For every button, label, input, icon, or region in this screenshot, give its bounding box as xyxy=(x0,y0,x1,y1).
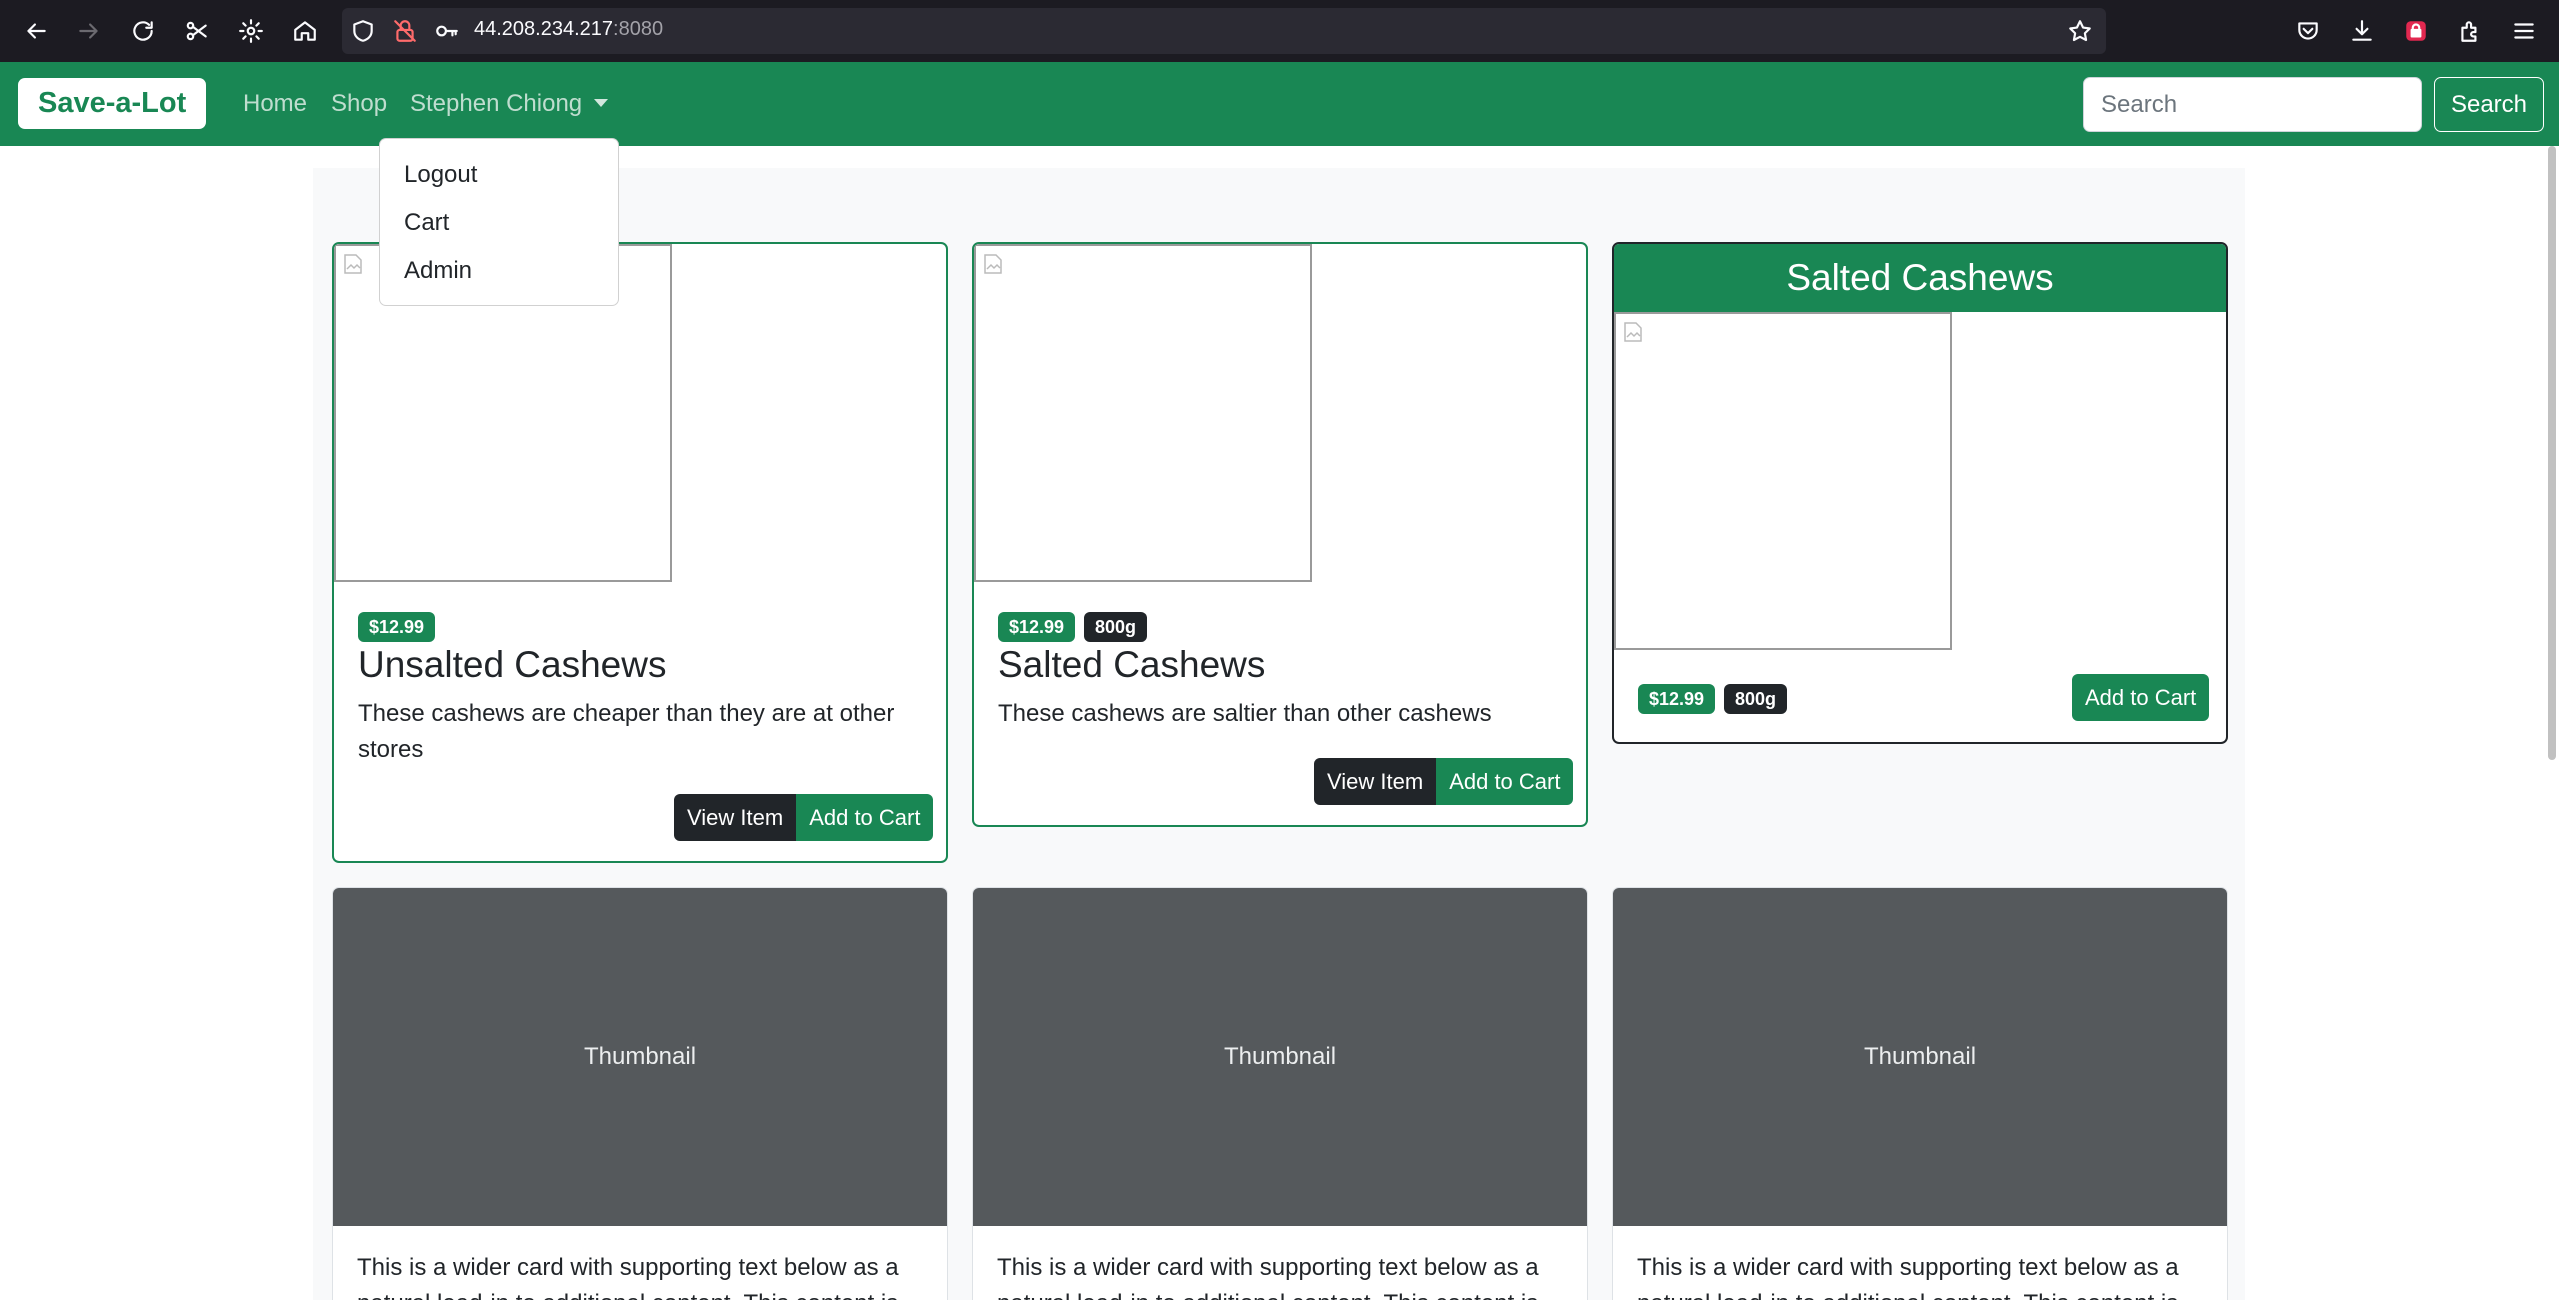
product-card-featured: Salted Cashews $12.99 800g Add to Cart xyxy=(1612,242,2228,744)
view-item-button[interactable]: View Item xyxy=(1314,758,1437,805)
add-to-cart-button[interactable]: Add to Cart xyxy=(1436,758,1574,805)
thumbnail-placeholder: Thumbnail xyxy=(333,888,947,1226)
url-text[interactable]: 44.208.234.217:8080 xyxy=(474,18,663,41)
product-description: These cashews are saltier than other cas… xyxy=(998,700,1492,727)
pocket-icon[interactable] xyxy=(2292,15,2324,47)
search-input[interactable] xyxy=(2083,77,2422,132)
url-port: :8080 xyxy=(613,18,664,40)
brand-logo[interactable]: Save-a-Lot xyxy=(18,78,207,129)
price-badge: $12.99 xyxy=(358,612,436,642)
nav-home[interactable]: Home xyxy=(243,90,307,118)
nav-user-menu[interactable]: Stephen Chiong xyxy=(410,90,609,118)
nav-shop[interactable]: Shop xyxy=(331,90,387,118)
back-icon[interactable] xyxy=(20,15,52,47)
download-icon[interactable] xyxy=(2346,15,2378,47)
broken-image-icon xyxy=(984,254,1002,274)
card-header-title: Salted Cashews xyxy=(1614,244,2226,312)
price-badge: $12.99 xyxy=(998,612,1076,642)
product-title: Unsalted Cashews xyxy=(358,644,667,685)
site-navbar: Save-a-Lot Home Shop Stephen Chiong Sear… xyxy=(0,62,2559,146)
caret-down-icon xyxy=(594,99,609,107)
broken-image-icon xyxy=(1624,322,1642,342)
shield-icon[interactable] xyxy=(347,15,379,47)
product-title: Salted Cashews xyxy=(998,644,1266,685)
thumbnail-card: Thumbnail This is a wider card with supp… xyxy=(972,887,1588,1300)
menu-icon[interactable] xyxy=(2508,15,2540,47)
thumbnail-label: Thumbnail xyxy=(583,1043,697,1070)
dropdown-item-cart[interactable]: Cart xyxy=(404,209,449,237)
key-icon[interactable] xyxy=(431,15,463,47)
forward-icon[interactable] xyxy=(73,15,105,47)
product-image xyxy=(1614,312,1952,650)
price-badge: $12.99 xyxy=(1638,684,1716,714)
thumbnail-placeholder: Thumbnail xyxy=(973,888,1587,1226)
thumbnail-label: Thumbnail xyxy=(1223,1043,1337,1070)
url-host: 44.208.234.217 xyxy=(474,18,614,40)
home-icon[interactable] xyxy=(289,15,321,47)
view-item-button[interactable]: View Item xyxy=(674,794,797,841)
bookmark-star-icon[interactable] xyxy=(2064,15,2096,47)
thumbnail-card: Thumbnail This is a wider card with supp… xyxy=(1612,887,2228,1300)
extensions-icon[interactable] xyxy=(2454,15,2486,47)
weight-badge: 800g xyxy=(1084,612,1148,642)
browser-toolbar: 44.208.234.217:8080 xyxy=(0,0,2559,62)
thumbnail-placeholder: Thumbnail xyxy=(1613,888,2227,1226)
page-scrollbar[interactable] xyxy=(2548,146,2556,760)
thumbnail-label: Thumbnail xyxy=(1863,1043,1977,1070)
settings-icon[interactable] xyxy=(235,15,267,47)
product-actions: View Item Add to Cart xyxy=(674,794,934,841)
weight-badge: 800g xyxy=(1724,684,1788,714)
insecure-lock-icon[interactable] xyxy=(389,15,421,47)
thumbnail-card-text: This is a wider card with supporting tex… xyxy=(1637,1254,2179,1300)
extension-lock-icon[interactable] xyxy=(2400,15,2432,47)
product-card: $12.99 800g Salted Cashews These cashews… xyxy=(972,242,1588,827)
dropdown-item-logout[interactable]: Logout xyxy=(404,161,477,189)
add-to-cart-button[interactable]: Add to Cart xyxy=(2072,674,2210,721)
reload-icon[interactable] xyxy=(127,15,159,47)
thumbnail-card: Thumbnail This is a wider card with supp… xyxy=(332,887,948,1300)
broken-image-icon xyxy=(344,254,362,274)
thumbnail-card-text: This is a wider card with supporting tex… xyxy=(997,1254,1539,1300)
product-actions: View Item Add to Cart xyxy=(1314,758,1574,805)
add-to-cart-button[interactable]: Add to Cart xyxy=(796,794,934,841)
user-dropdown-menu: Logout Cart Admin xyxy=(379,138,619,306)
user-name: Stephen Chiong xyxy=(410,90,583,117)
screenshot-icon[interactable] xyxy=(181,15,213,47)
product-description: These cashews are cheaper than they are … xyxy=(358,700,895,763)
product-image xyxy=(974,244,1312,582)
product-actions: Add to Cart xyxy=(2072,674,2210,721)
dropdown-item-admin[interactable]: Admin xyxy=(404,257,472,285)
search-button[interactable]: Search xyxy=(2434,77,2544,132)
thumbnail-card-text: This is a wider card with supporting tex… xyxy=(357,1254,899,1300)
product-card: $12.99 Unsalted Cashews These cashews ar… xyxy=(332,242,948,863)
